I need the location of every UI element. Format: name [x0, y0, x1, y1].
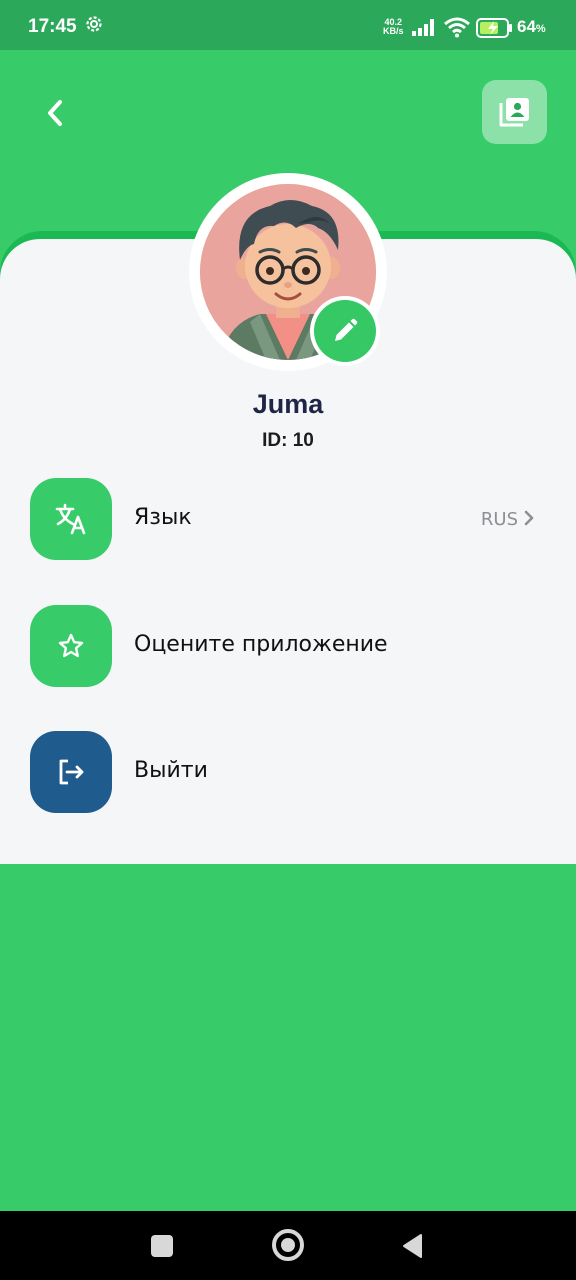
contact-book-icon: [499, 98, 529, 127]
menu-label-rate-app: Оцените приложение: [134, 632, 388, 657]
chevron-left-icon: [48, 100, 62, 126]
star-icon: [58, 633, 84, 658]
logout-icon: [59, 759, 84, 785]
settings-gear-icon: [86, 16, 102, 32]
rate-icon-tile: [30, 605, 112, 687]
chevron-right-icon: [524, 510, 534, 526]
battery-percent-value: 64: [517, 17, 536, 36]
wifi-icon: [444, 17, 470, 38]
status-bar: 17:45 40.2 KB/s 64%: [0, 0, 576, 50]
navigation-bar: [0, 1211, 576, 1280]
user-id: ID: 10: [262, 430, 314, 451]
back-triangle-icon[interactable]: [401, 1233, 423, 1259]
battery-percent: 64%: [517, 17, 546, 37]
home-button-dot: [281, 1238, 295, 1252]
language-icon-tile: [30, 478, 112, 560]
logout-icon-tile: [30, 731, 112, 813]
home-button[interactable]: [272, 1229, 304, 1261]
network-speed: 40.2 KB/s: [383, 18, 404, 36]
menu-item-rate-app[interactable]: Оцените приложение: [30, 605, 550, 687]
network-speed-unit: KB/s: [383, 26, 404, 36]
back-button[interactable]: [30, 88, 80, 138]
edit-avatar-button[interactable]: [314, 300, 376, 362]
status-time: 17:45: [28, 16, 77, 37]
signal-icon: [412, 19, 434, 36]
menu-label-logout: Выйти: [134, 758, 208, 783]
battery-charging-icon: [476, 18, 512, 38]
menu-item-language[interactable]: Язык RUS: [30, 478, 550, 560]
translate-icon: [55, 503, 86, 535]
language-value: RUS: [480, 509, 518, 530]
recent-apps-button[interactable]: [151, 1235, 173, 1257]
menu-label-language: Язык: [134, 505, 192, 530]
battery-percent-unit: %: [535, 23, 546, 35]
user-name: Juma: [252, 389, 324, 419]
pencil-icon: [335, 318, 358, 341]
contacts-button[interactable]: [482, 80, 547, 144]
menu-item-logout[interactable]: Выйти: [30, 731, 550, 813]
